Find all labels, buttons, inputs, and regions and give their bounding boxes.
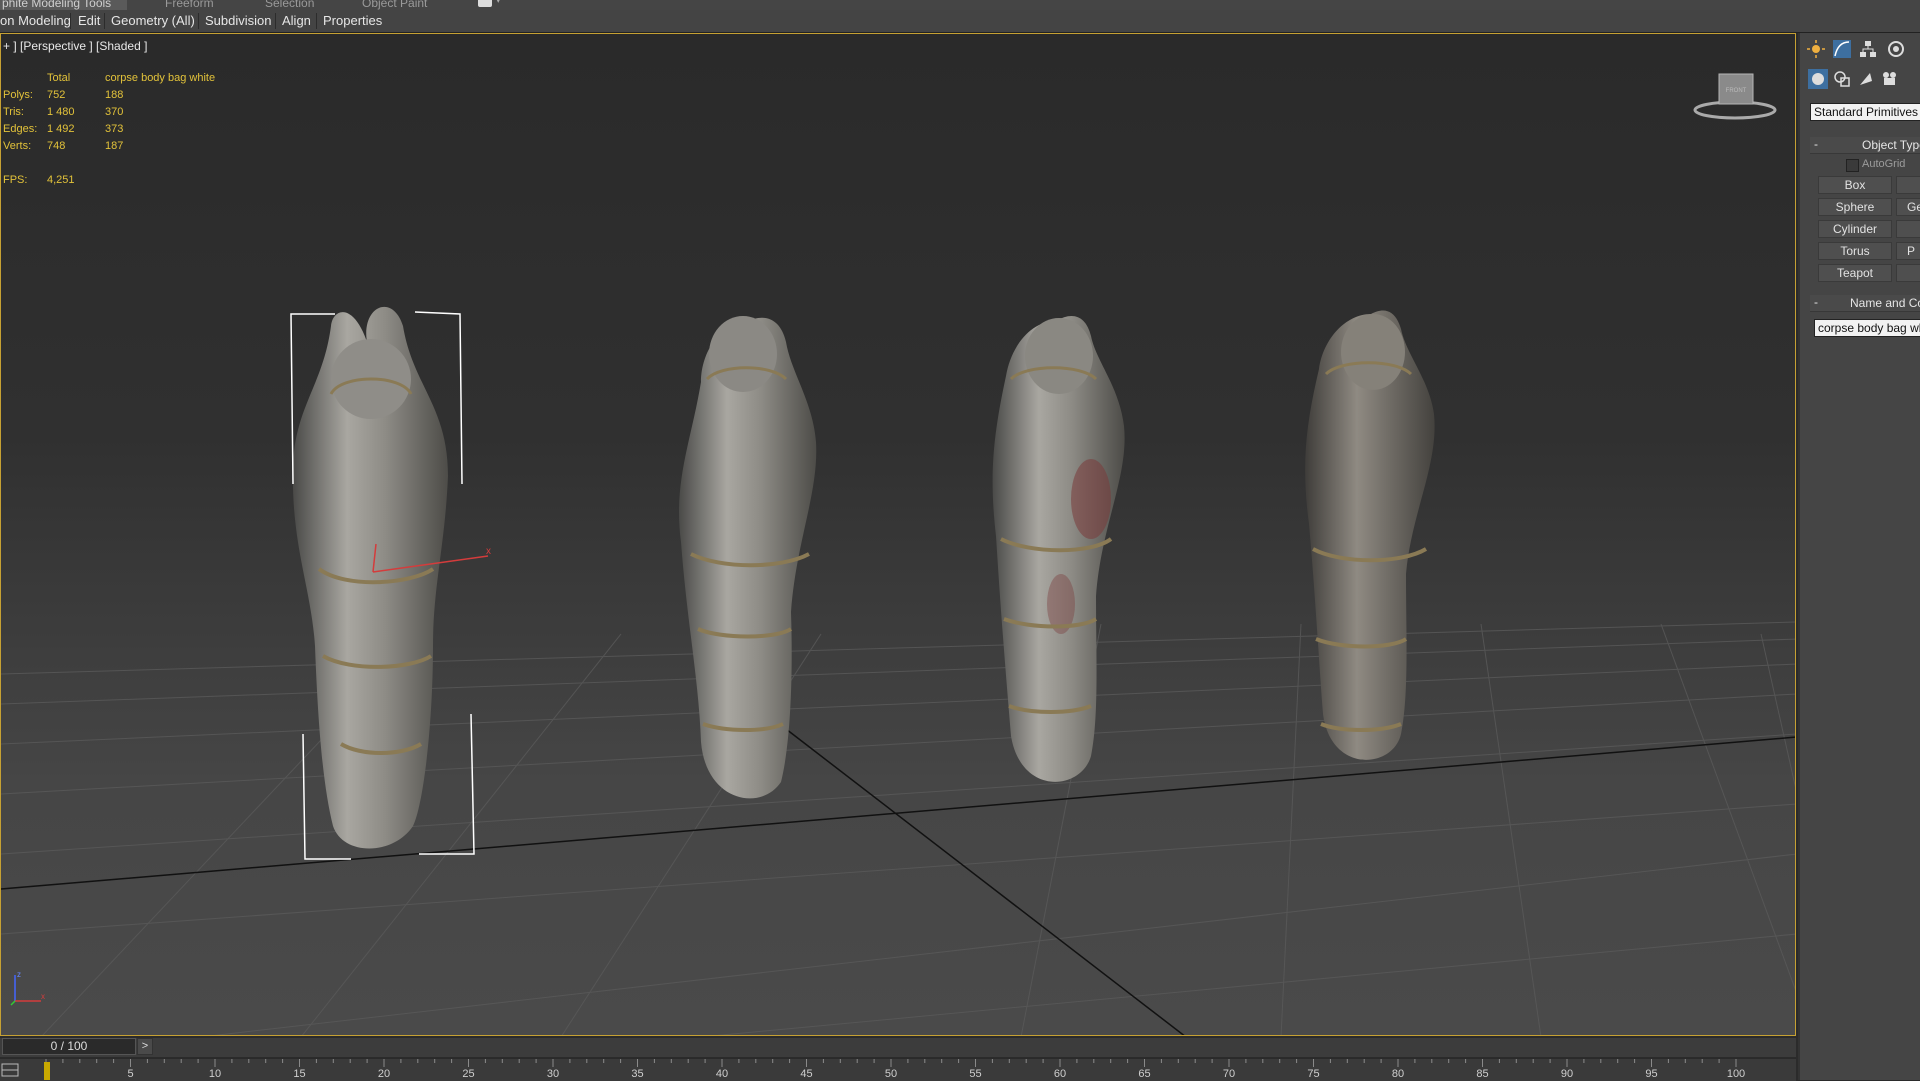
ribbon-options-icon[interactable]	[478, 0, 492, 7]
trackbar-tick-label: 55	[969, 1068, 982, 1080]
motion-icon[interactable]	[1886, 39, 1906, 59]
menu-edit[interactable]: Edit	[78, 13, 100, 28]
trackbar-tick-label: 65	[1138, 1068, 1151, 1080]
name-and-color-title: Name and Color	[1850, 296, 1920, 310]
trackbar[interactable]: 5 10 15 20 25 30 35 40 45 50 55 60 65 70 75 80 85 90 95 100	[0, 1058, 1796, 1081]
next-frame-button[interactable]: >	[137, 1038, 153, 1055]
teapot-button[interactable]: Teapot	[1818, 264, 1892, 282]
trackbar-tick-label: 45	[800, 1068, 813, 1080]
trackbar-tick-label: 60	[1053, 1068, 1067, 1080]
trackbar-tick-label: 50	[884, 1068, 898, 1080]
corpse-body-bag-1[interactable]: x	[290, 306, 491, 860]
corpse-body-bag-3[interactable]	[992, 316, 1125, 782]
corpse-body-bag-4[interactable]	[1305, 310, 1435, 760]
shapes-icon[interactable]	[1832, 69, 1852, 89]
chevron-down-icon[interactable]: ▾	[496, 0, 501, 6]
trackbar-tick-label: 20	[377, 1068, 391, 1080]
cone-button[interactable]	[1896, 176, 1920, 194]
sun-icon[interactable]	[1806, 39, 1826, 59]
modify-curve-icon[interactable]	[1832, 39, 1852, 59]
ribbon-tab-freeform[interactable]: Freeform	[165, 0, 214, 10]
menu-properties[interactable]: Properties	[323, 13, 382, 28]
triad-z-label: z	[17, 970, 21, 979]
name-and-color-rollout-header[interactable]: - Name and Color	[1810, 295, 1920, 312]
trackbar-tick-label: 40	[715, 1068, 729, 1080]
current-frame-marker[interactable]	[44, 1062, 50, 1080]
menu-divider	[104, 13, 105, 29]
object-type-title: Object Type	[1862, 138, 1920, 152]
trackbar-tick-label: 75	[1307, 1068, 1320, 1080]
lights-icon[interactable]	[1856, 69, 1876, 89]
trackbar-tick-label: 70	[1222, 1068, 1236, 1080]
plane-button[interactable]	[1896, 264, 1920, 282]
trackbar-tick-label: 35	[631, 1068, 644, 1080]
pyramid-button[interactable]: P	[1896, 242, 1920, 260]
ribbon-tab-bar: phite Modeling Tools Freeform Selection …	[0, 0, 1920, 10]
gizmo-x-label: x	[486, 546, 491, 557]
primitive-category-dropdown[interactable]: Standard Primitives	[1810, 103, 1920, 121]
trackbar-tick-label: 10	[208, 1068, 222, 1080]
tube-button[interactable]	[1896, 220, 1920, 238]
triad-x-label: x	[41, 992, 45, 1001]
trackbar-tick-label: 80	[1391, 1068, 1405, 1080]
ribbon-tab-selection[interactable]: Selection	[265, 0, 314, 10]
trackbar-tick-label: 100	[1726, 1068, 1746, 1080]
trackbar-tick-label: 90	[1560, 1068, 1574, 1080]
torus-button[interactable]: Torus	[1818, 242, 1892, 260]
axis-triad: z x	[10, 970, 45, 1006]
geosphere-button[interactable]: Ge	[1896, 198, 1920, 216]
ribbon-tab-object-paint[interactable]: Object Paint	[362, 0, 427, 10]
command-panel: Standard Primitives - Object Type AutoGr…	[1798, 33, 1920, 1080]
cylinder-button[interactable]: Cylinder	[1818, 220, 1892, 238]
trackbar-ticks	[45, 1059, 1737, 1067]
perspective-viewport[interactable]: Total corpse body bag white Polys: 752 1…	[0, 33, 1796, 1036]
geometry-icon[interactable]	[1808, 69, 1828, 89]
autogrid-checkbox[interactable]	[1846, 159, 1859, 172]
sphere-button[interactable]: Sphere	[1818, 198, 1892, 216]
scene-objects: x	[290, 306, 1435, 860]
modeling-menu-bar: on Modeling Edit Geometry (All) Subdivis…	[0, 10, 1920, 33]
trackbar-tick-label: 15	[293, 1068, 306, 1080]
menu-divider	[198, 13, 199, 29]
menu-divider	[316, 13, 317, 29]
menu-divider	[275, 13, 276, 29]
menu-polygon-modeling[interactable]: on Modeling	[0, 13, 71, 28]
object-name-field[interactable]: corpse body bag white	[1814, 319, 1920, 337]
trackbar-tick-label: 85	[1476, 1068, 1489, 1080]
hierarchy-icon[interactable]	[1858, 39, 1878, 59]
menu-divider	[70, 13, 71, 29]
menu-subdivision[interactable]: Subdivision	[205, 13, 272, 28]
cameras-icon[interactable]	[1880, 69, 1900, 89]
corpse-body-bag-2[interactable]	[679, 316, 817, 799]
trackbar-tick-label: 5	[127, 1068, 134, 1080]
key-filter-icon[interactable]	[0, 1060, 20, 1080]
time-slider-handle[interactable]: 0 / 100	[2, 1038, 136, 1055]
ribbon-tab-graphite-modeling-tools[interactable]: phite Modeling Tools	[0, 0, 128, 10]
trackbar-tick-label: 95	[1645, 1068, 1658, 1080]
trackbar-tick-label: 25	[462, 1068, 475, 1080]
menu-align[interactable]: Align	[282, 13, 311, 28]
trackbar-tick-label: 30	[546, 1068, 560, 1080]
collapse-icon: -	[1814, 137, 1818, 151]
object-type-rollout-header[interactable]: - Object Type	[1810, 137, 1920, 154]
menu-geometry-all[interactable]: Geometry (All)	[111, 13, 195, 28]
collapse-icon: -	[1814, 295, 1818, 309]
time-slider-track[interactable]	[0, 1038, 1796, 1057]
autogrid-label: AutoGrid	[1862, 158, 1906, 170]
box-button[interactable]: Box	[1818, 176, 1892, 194]
